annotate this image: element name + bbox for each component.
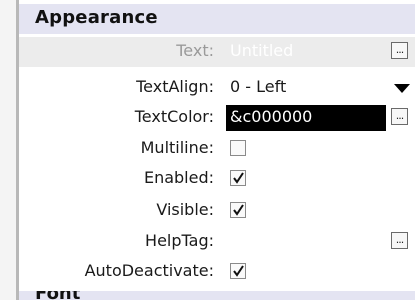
property-row-textcolor[interactable]: TextColor: &c000000 ... (19, 103, 415, 133)
section-header-appearance[interactable]: Appearance (19, 4, 415, 34)
checkmark-icon (233, 172, 244, 184)
property-label-autodeactivate: AutoDeactivate: (84, 261, 214, 280)
property-value-textalign[interactable]: 0 - Left (230, 77, 286, 96)
visible-checkbox[interactable] (230, 202, 246, 218)
enabled-checkbox[interactable] (230, 170, 246, 186)
property-row-enabled[interactable]: Enabled: (19, 164, 415, 194)
helptag-ellipsis-button[interactable]: ... (391, 232, 408, 249)
dropdown-arrow-icon[interactable] (394, 84, 410, 93)
property-row-textalign[interactable]: TextAlign: 0 - Left (19, 73, 415, 103)
property-label-enabled: Enabled: (143, 168, 214, 187)
text-ellipsis-button[interactable]: ... (391, 42, 408, 59)
section-header-font[interactable]: Font (19, 291, 415, 300)
property-label-multiline: Multiline: (140, 138, 214, 157)
property-row-multiline[interactable]: Multiline: (19, 134, 415, 164)
property-label-textalign: TextAlign: (136, 77, 214, 96)
section-title-font: Font (35, 291, 80, 300)
property-value-textcolor: &c000000 (230, 107, 313, 126)
panel-left-gutter (0, 0, 16, 300)
properties-panel: Appearance Text: Untitled ... TextAlign:… (0, 0, 415, 300)
property-label-helptag: HelpTag: (145, 231, 214, 250)
property-row-autodeactivate[interactable]: AutoDeactivate: (19, 257, 415, 287)
textcolor-ellipsis-button[interactable]: ... (391, 108, 408, 125)
property-label-textcolor: TextColor: (134, 107, 214, 126)
property-label-text: Text: (176, 41, 214, 60)
property-row-helptag[interactable]: HelpTag: ... (19, 227, 415, 257)
checkmark-icon (233, 204, 244, 216)
color-swatch-field[interactable]: &c000000 (226, 105, 386, 131)
multiline-checkbox[interactable] (230, 140, 246, 156)
section-title: Appearance (35, 7, 158, 28)
property-value-text[interactable]: Untitled (230, 41, 293, 60)
property-label-visible: Visible: (156, 200, 214, 219)
autodeactivate-checkbox[interactable] (230, 263, 246, 279)
checkmark-icon (233, 265, 244, 277)
property-row-visible[interactable]: Visible: (19, 196, 415, 226)
property-row-text[interactable]: Text: Untitled ... (19, 37, 415, 67)
